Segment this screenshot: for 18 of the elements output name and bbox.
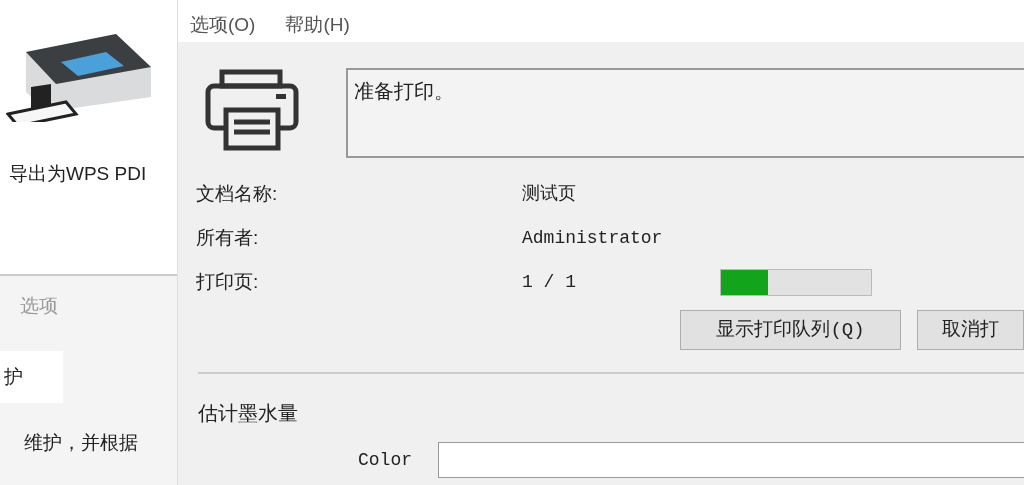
menu-item[interactable]: 帮助(H) bbox=[285, 8, 350, 42]
status-box: 准备打印。 bbox=[346, 68, 1024, 158]
field-value: Administrator bbox=[522, 226, 664, 250]
tab[interactable]: 护 bbox=[0, 350, 63, 403]
field-label: 所有者: bbox=[196, 225, 260, 250]
action-button[interactable]: 显示打印队列(Q) bbox=[680, 310, 901, 350]
field-label: 文档名称: bbox=[196, 181, 279, 206]
printer-icon bbox=[204, 68, 300, 152]
field-label: 打印页: bbox=[196, 269, 260, 294]
ink-heading: 估计墨水量 bbox=[197, 401, 299, 426]
field-value: 1 / 1 bbox=[522, 270, 577, 294]
section-heading: 选项 bbox=[19, 294, 59, 318]
field-value: 测试页 bbox=[522, 182, 577, 206]
menu-item[interactable]: 选项(O) bbox=[190, 8, 256, 42]
description-text: 维护，并根据 bbox=[24, 431, 139, 455]
ink-label: Color bbox=[358, 448, 412, 472]
printer-name: 导出为WPS PDI bbox=[9, 162, 148, 186]
action-button[interactable]: 取消打 bbox=[917, 310, 1024, 350]
